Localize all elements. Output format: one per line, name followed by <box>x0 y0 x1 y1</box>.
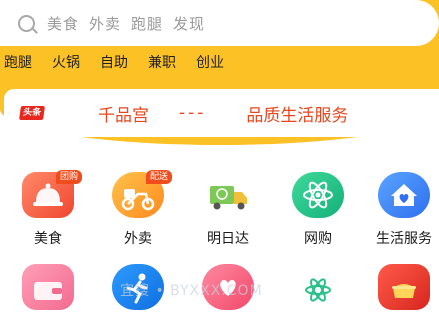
service-next-day[interactable]: 明日达 <box>188 172 268 248</box>
search-hint-word: 外卖 <box>89 14 122 33</box>
hot-word[interactable]: 创业 <box>196 52 224 74</box>
service-label: 美食 <box>34 231 62 247</box>
hot-word[interactable]: 火锅 <box>52 52 80 74</box>
search-hint-word: 美食 <box>47 14 80 33</box>
search-bar[interactable]: 美食 外卖 跑腿 发现 <box>0 0 439 46</box>
service-grid-row-1: 团购 美食 配送 外卖 明日达 网购 生活服务 <box>0 170 439 250</box>
service-label: 网购 <box>304 231 332 247</box>
cloche-icon: 团购 <box>22 170 82 218</box>
service-label: 生活服务 <box>376 231 432 247</box>
service-item[interactable] <box>368 264 439 310</box>
truck-icon <box>202 172 254 218</box>
service-item[interactable] <box>8 264 88 310</box>
headline-separator: --- <box>179 103 207 123</box>
headline-text: 千品宫 <box>98 105 150 126</box>
search-icon <box>18 14 35 32</box>
home-heart-icon <box>378 172 430 218</box>
gift-box-icon <box>378 264 430 310</box>
search-placeholder: 美食 外卖 跑腿 发现 <box>47 13 205 34</box>
delivery-scooter-icon: 配送 <box>112 170 172 218</box>
service-item[interactable] <box>278 264 358 310</box>
headline-text-secondary: 品质生活服务 <box>246 105 349 126</box>
service-label: 外卖 <box>124 231 152 247</box>
search-hint-word: 发现 <box>173 14 206 33</box>
watermark: 宜搜 • BYXXX.COM <box>120 283 263 299</box>
service-online-shopping[interactable]: 网购 <box>278 172 358 248</box>
service-label: 明日达 <box>207 231 249 247</box>
hot-word[interactable]: 兼职 <box>148 52 176 74</box>
search-hint-word: 跑腿 <box>131 14 164 33</box>
wallet-icon <box>22 264 74 310</box>
badge: 配送 <box>145 170 172 184</box>
service-takeout[interactable]: 配送 外卖 <box>98 170 178 248</box>
hot-word[interactable]: 跑腿 <box>4 52 32 74</box>
service-food[interactable]: 团购 美食 <box>8 170 88 248</box>
service-life[interactable]: 生活服务 <box>368 172 439 248</box>
headline-tag: 头条 <box>19 106 45 120</box>
atom-icon <box>292 172 344 218</box>
badge: 团购 <box>55 170 82 184</box>
hot-words: 跑腿 火锅 自助 兼职 创业 <box>0 52 439 74</box>
atom-small-icon <box>292 264 344 310</box>
headline-notice[interactable]: 头条 千品宫 --- 品质生活服务 <box>4 89 439 137</box>
hot-word[interactable]: 自助 <box>100 52 128 74</box>
